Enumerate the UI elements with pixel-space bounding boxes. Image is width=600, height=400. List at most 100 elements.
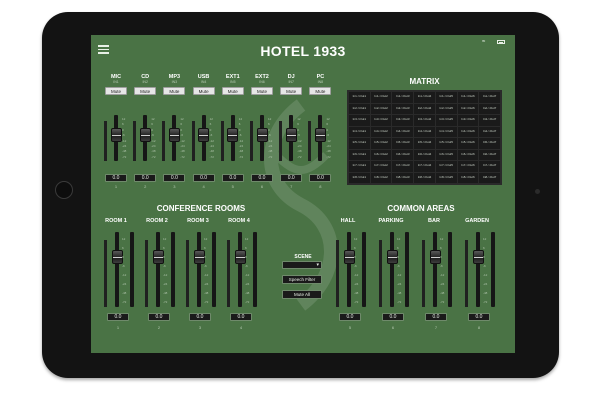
matrix-cell[interactable]: In7->Out6 <box>457 161 479 172</box>
channel-value[interactable]: 0.0 <box>163 174 186 182</box>
matrix-cell[interactable]: In3->Out2 <box>370 115 392 126</box>
mute-button[interactable]: Mute <box>163 87 186 95</box>
matrix-cell[interactable]: In8->Out5 <box>435 172 457 183</box>
matrix-cell[interactable]: In2->Out5 <box>435 103 457 114</box>
matrix-cell[interactable]: In2->Out3 <box>392 103 414 114</box>
fader-knob[interactable] <box>193 250 205 265</box>
mute-button[interactable]: Mute <box>251 87 273 95</box>
matrix-cell[interactable]: In7->Out1 <box>349 161 370 172</box>
matrix-cell[interactable]: In8->Out7 <box>479 172 500 183</box>
matrix-cell[interactable]: In7->Out5 <box>435 161 457 172</box>
mute-button[interactable]: Mute <box>105 87 127 95</box>
matrix-cell[interactable]: In4->Out1 <box>349 126 370 137</box>
zone-value[interactable]: 0.0 <box>230 313 252 321</box>
matrix-cell[interactable]: In2->Out1 <box>349 103 370 114</box>
matrix-cell[interactable]: In7->Out7 <box>479 161 500 172</box>
matrix-cell[interactable]: In6->Out6 <box>457 149 479 160</box>
zone-value[interactable]: 0.0 <box>148 313 170 321</box>
fader-knob[interactable] <box>285 127 297 142</box>
scene-select[interactable]: ▾ <box>282 261 322 269</box>
matrix-cell[interactable]: In3->Out3 <box>392 115 414 126</box>
fader-knob[interactable] <box>472 250 484 265</box>
matrix-cell[interactable]: In6->Out1 <box>349 149 370 160</box>
zone-value[interactable]: 0.0 <box>339 313 361 321</box>
matrix-cell[interactable]: In3->Out5 <box>435 115 457 126</box>
matrix-cell[interactable]: In2->Out6 <box>457 103 479 114</box>
matrix-cell[interactable]: In1->Out6 <box>457 92 479 103</box>
fader-knob[interactable] <box>111 250 123 265</box>
matrix-cell[interactable]: In3->Out4 <box>414 115 435 126</box>
fader-knob[interactable] <box>429 250 441 265</box>
fader-knob[interactable] <box>152 250 164 265</box>
zone-value[interactable]: 0.0 <box>107 313 129 321</box>
zone-value[interactable]: 0.0 <box>425 313 447 321</box>
matrix-cell[interactable]: In1->Out7 <box>479 92 500 103</box>
channel-value[interactable]: 0.0 <box>105 174 127 182</box>
home-button[interactable] <box>55 181 73 199</box>
matrix-cell[interactable]: In7->Out3 <box>392 161 414 172</box>
matrix-cell[interactable]: In5->Out7 <box>479 138 500 149</box>
channel-value[interactable]: 0.0 <box>251 174 273 182</box>
fader-knob[interactable] <box>110 127 122 142</box>
fader-knob[interactable] <box>227 127 239 142</box>
mute-button[interactable]: Mute <box>221 87 244 95</box>
fader-knob[interactable] <box>256 127 268 142</box>
speech-filter-button[interactable]: Speech Filter <box>282 275 322 284</box>
matrix-cell[interactable]: In6->Out4 <box>414 149 435 160</box>
matrix-cell[interactable]: In8->Out3 <box>392 172 414 183</box>
zone-value[interactable]: 0.0 <box>468 313 490 321</box>
matrix-cell[interactable]: In5->Out2 <box>370 138 392 149</box>
matrix-cell[interactable]: In6->Out3 <box>392 149 414 160</box>
fader-knob[interactable] <box>314 127 326 142</box>
channel-value[interactable]: 0.0 <box>280 174 303 182</box>
matrix-cell[interactable]: In5->Out1 <box>349 138 370 149</box>
matrix-cell[interactable]: In1->Out5 <box>435 92 457 103</box>
matrix-cell[interactable]: In2->Out2 <box>370 103 392 114</box>
fader-knob[interactable] <box>234 250 246 265</box>
zone-value[interactable]: 0.0 <box>189 313 211 321</box>
matrix-cell[interactable]: In8->Out6 <box>457 172 479 183</box>
matrix-cell[interactable]: In3->Out6 <box>457 115 479 126</box>
fader-knob[interactable] <box>386 250 398 265</box>
matrix-cell[interactable]: In8->Out4 <box>414 172 435 183</box>
channel-value[interactable]: 0.0 <box>221 174 244 182</box>
fader-knob[interactable] <box>198 127 210 142</box>
matrix-cell[interactable]: In7->Out2 <box>370 161 392 172</box>
fader-knob[interactable] <box>139 127 151 142</box>
mute-button[interactable]: Mute <box>280 87 303 95</box>
matrix-cell[interactable]: In5->Out5 <box>435 138 457 149</box>
channel-value[interactable]: 0.0 <box>192 174 215 182</box>
matrix-cell[interactable]: In4->Out4 <box>414 126 435 137</box>
matrix-cell[interactable]: In4->Out6 <box>457 126 479 137</box>
matrix-cell[interactable]: In3->Out7 <box>479 115 500 126</box>
matrix-cell[interactable]: In8->Out2 <box>370 172 392 183</box>
matrix-cell[interactable]: In6->Out5 <box>435 149 457 160</box>
mute-button[interactable]: Mute <box>192 87 215 95</box>
mute-button[interactable]: Mute <box>134 87 157 95</box>
matrix-cell[interactable]: In5->Out3 <box>392 138 414 149</box>
matrix-cell[interactable]: In1->Out4 <box>414 92 435 103</box>
matrix-cell[interactable]: In1->Out1 <box>349 92 370 103</box>
matrix-cell[interactable]: In1->Out2 <box>370 92 392 103</box>
matrix-cell[interactable]: In3->Out1 <box>349 115 370 126</box>
fader-knob[interactable] <box>168 127 180 142</box>
matrix-cell[interactable]: In6->Out7 <box>479 149 500 160</box>
matrix-cell[interactable]: In5->Out4 <box>414 138 435 149</box>
matrix-cell[interactable]: In8->Out1 <box>349 172 370 183</box>
matrix-cell[interactable]: In2->Out4 <box>414 103 435 114</box>
matrix-cell[interactable]: In4->Out3 <box>392 126 414 137</box>
matrix-cell[interactable]: In4->Out7 <box>479 126 500 137</box>
fader-knob[interactable] <box>343 250 355 265</box>
mute-button[interactable]: Mute <box>309 87 332 95</box>
matrix-cell[interactable]: In4->Out5 <box>435 126 457 137</box>
zone-value[interactable]: 0.0 <box>382 313 404 321</box>
matrix-cell[interactable]: In5->Out6 <box>457 138 479 149</box>
matrix-cell[interactable]: In1->Out3 <box>392 92 414 103</box>
matrix-cell[interactable]: In7->Out4 <box>414 161 435 172</box>
channel-value[interactable]: 0.0 <box>134 174 157 182</box>
matrix-cell[interactable]: In2->Out7 <box>479 103 500 114</box>
channel-value[interactable]: 0.0 <box>309 174 332 182</box>
mute-all-button[interactable]: Mute All <box>282 290 322 299</box>
matrix-cell[interactable]: In4->Out2 <box>370 126 392 137</box>
matrix-cell[interactable]: In6->Out2 <box>370 149 392 160</box>
